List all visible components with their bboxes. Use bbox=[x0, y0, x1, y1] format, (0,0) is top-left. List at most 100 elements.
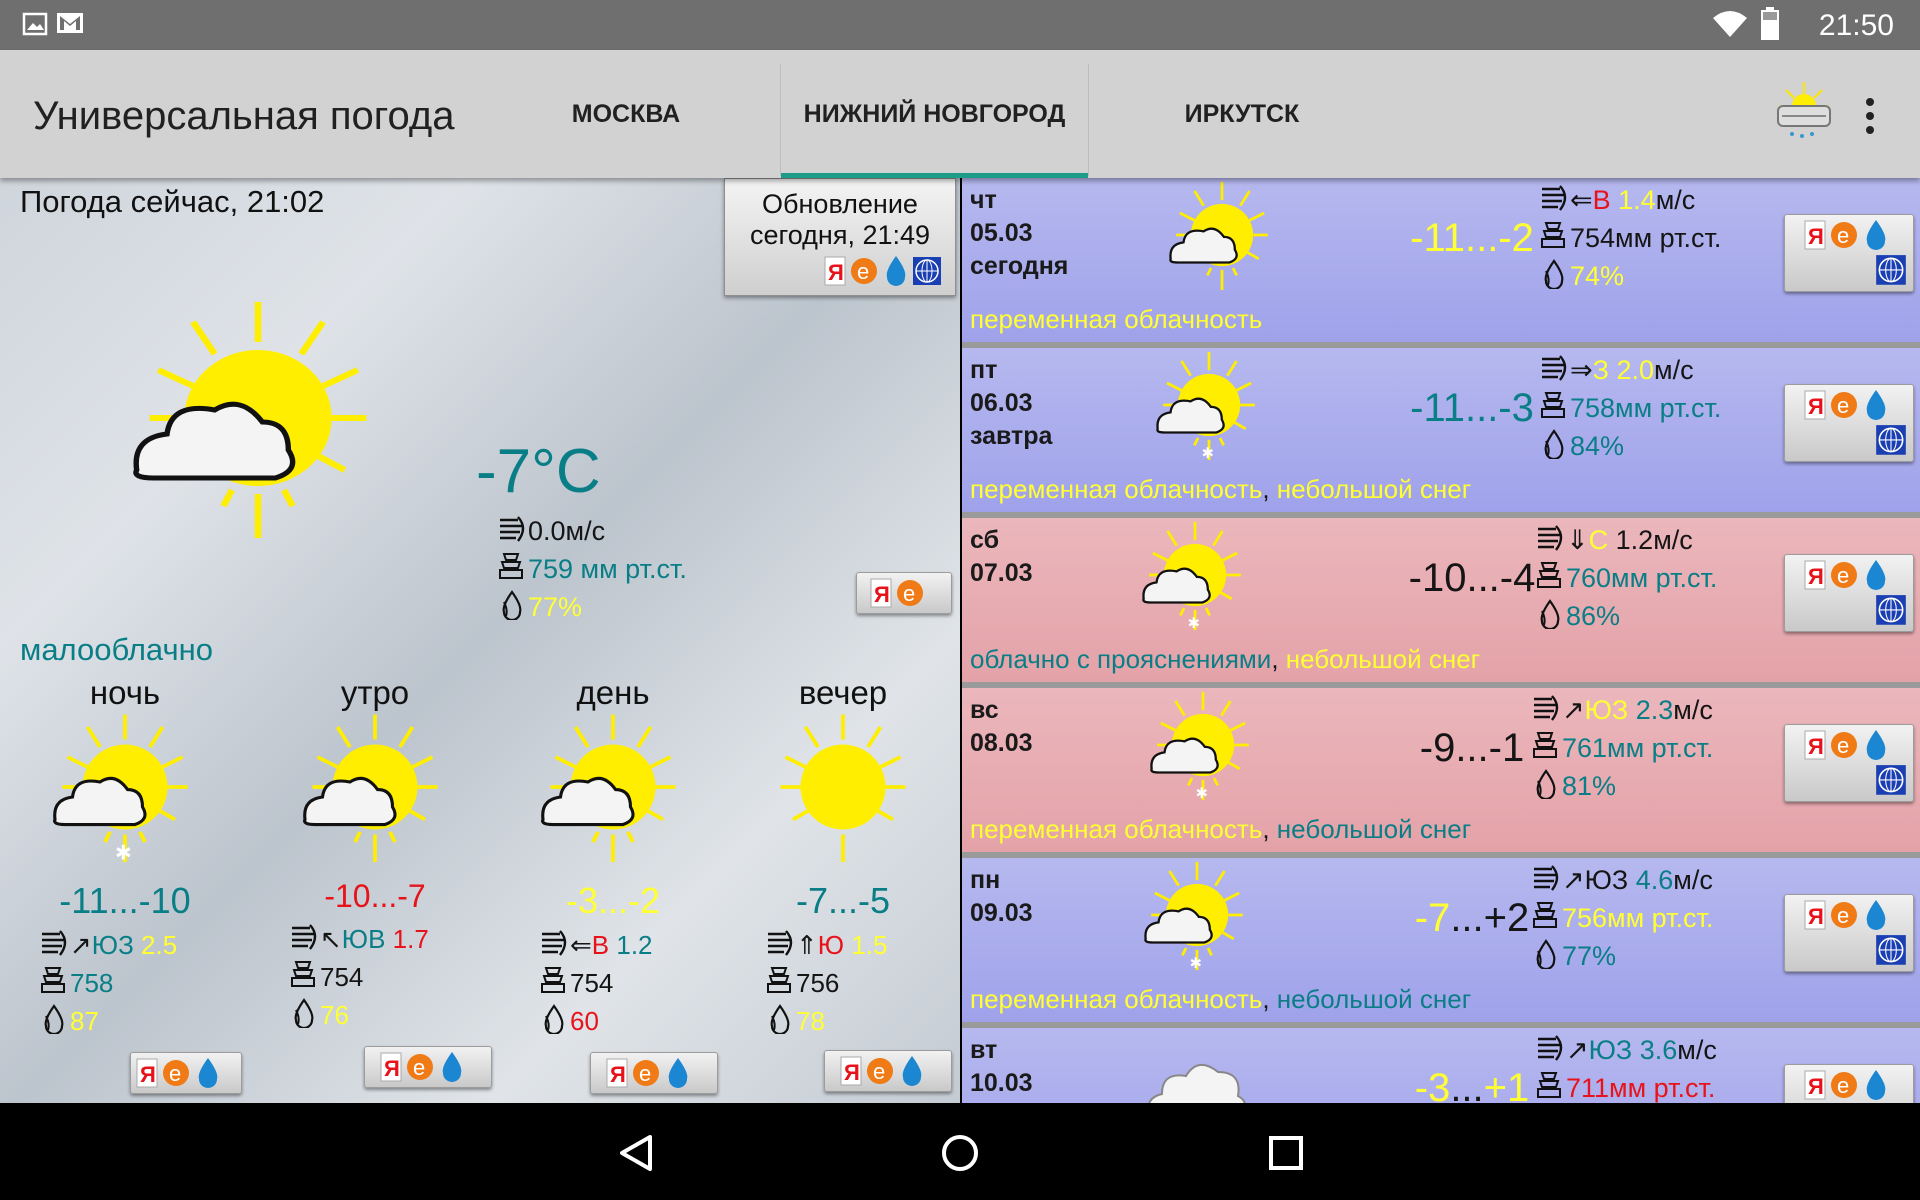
wind-icon bbox=[498, 515, 525, 543]
svg-text:✱: ✱ bbox=[115, 843, 132, 863]
recents-icon[interactable] bbox=[1266, 1133, 1306, 1173]
tab-irkutsk[interactable]: ИРКУТСК bbox=[1116, 50, 1368, 178]
sun-cloud-snow-icon: ✱ bbox=[1143, 860, 1245, 970]
now-details: 0.0м/с 759 мм рт.ст. 77% bbox=[498, 512, 687, 626]
list-item[interactable]: сб 07.03 ✱ -10...-4 ⇓С 1.2м/с 760мм рт.ст… bbox=[962, 518, 1920, 682]
wind-icon bbox=[1536, 524, 1563, 552]
now-title: Погода сейчас, 21:02 bbox=[20, 184, 325, 219]
day-details: ↗ЮЗ 2.3м/с 761мм рт.ст. 81% bbox=[1532, 691, 1713, 805]
pressure-icon bbox=[41, 967, 65, 993]
period-details: ↗ЮЗ 2.5 758 87 bbox=[40, 926, 177, 1040]
day-sources-button[interactable] bbox=[1784, 554, 1914, 632]
day-label: вс 08.03 bbox=[970, 696, 1033, 757]
period-sources-button[interactable] bbox=[364, 1046, 492, 1088]
period-temp: -3...-2 bbox=[565, 880, 661, 921]
day-sources-button[interactable] bbox=[1784, 1064, 1914, 1103]
update-line1: Обновление bbox=[762, 189, 918, 219]
day-description: облачно с прояснениями, небольшой снег bbox=[970, 644, 1481, 674]
tab-nizhny-novgorod[interactable]: НИЖНИЙ НОВГОРОД bbox=[781, 50, 1088, 178]
sun-cloud-snow-icon: ✱ bbox=[1155, 350, 1257, 460]
weather-widget-icon[interactable] bbox=[1772, 80, 1836, 144]
day-sources-button[interactable] bbox=[1784, 724, 1914, 802]
pressure-icon bbox=[1537, 1072, 1561, 1098]
day-details: ⇒З 2.0м/с 758мм рт.ст. 84% bbox=[1540, 351, 1721, 465]
day-sources-button[interactable] bbox=[1784, 384, 1914, 462]
day-details: ↗ЮЗ 3.6м/с 711мм рт.ст. bbox=[1536, 1031, 1717, 1103]
now-pressure: 759 мм рт.ст. bbox=[528, 554, 687, 584]
period-wind-speed: 1.2 bbox=[616, 930, 653, 960]
period-sources-button[interactable] bbox=[824, 1050, 952, 1092]
app-title: Универсальная погода bbox=[33, 94, 455, 138]
day-details: ⇓С 1.2м/с 760мм рт.ст. 86% bbox=[1536, 521, 1717, 635]
day-description: переменная облачность, небольшой снег bbox=[970, 474, 1472, 504]
period-wind-speed: 2.5 bbox=[141, 930, 178, 960]
period-sources-button[interactable] bbox=[130, 1052, 242, 1094]
day-label: чт 05.03 сегодня bbox=[970, 186, 1069, 280]
pressure-icon bbox=[541, 967, 565, 993]
battery-icon bbox=[1761, 7, 1779, 40]
day-sources-button[interactable] bbox=[1784, 894, 1914, 972]
wind-icon bbox=[540, 929, 567, 957]
period-name: утро bbox=[340, 674, 410, 711]
pressure-icon bbox=[1541, 222, 1565, 248]
pressure-icon bbox=[1533, 732, 1557, 758]
pressure-icon bbox=[767, 967, 791, 993]
list-item[interactable]: пн 09.03 ✱ -7...+2 ↗ЮЗ 4.6м/с 756мм рт.ст… bbox=[962, 858, 1920, 1022]
period-sources-button[interactable] bbox=[590, 1052, 718, 1094]
period-name: вечер bbox=[798, 674, 888, 711]
svg-text:✱: ✱ bbox=[1190, 956, 1202, 970]
now-sources-button[interactable] bbox=[856, 572, 952, 614]
image-icon bbox=[22, 12, 48, 36]
period-pressure: 754 bbox=[570, 968, 614, 998]
period-details: ⇑Ю 1.5 756 78 bbox=[766, 926, 887, 1040]
wind-icon bbox=[290, 923, 317, 951]
period-temp: -11...-10 bbox=[59, 880, 191, 921]
pressure-icon bbox=[1533, 902, 1557, 928]
day-label: пн 09.03 bbox=[970, 866, 1033, 927]
day-details: ⇐В 1.4м/с 754мм рт.ст. 74% bbox=[1540, 181, 1721, 295]
more-vert-icon[interactable] bbox=[1860, 96, 1880, 136]
svg-text:✱: ✱ bbox=[1202, 446, 1214, 460]
day-description: переменная облачность, небольшой снег bbox=[970, 984, 1472, 1014]
list-item[interactable]: вт 10.03 -3...+1 ↗ЮЗ 3.6м/с 711мм рт.ст. bbox=[962, 1028, 1920, 1103]
status-time: 21:50 bbox=[1818, 9, 1894, 42]
humidity-icon bbox=[1536, 769, 1556, 799]
period-day: день bbox=[508, 674, 718, 867]
day-label: вт 10.03 bbox=[970, 1036, 1033, 1097]
period-details: ⇐В 1.2 754 60 bbox=[540, 926, 653, 1040]
status-bar: 21:50 bbox=[0, 0, 1920, 50]
period-evening: вечер bbox=[738, 674, 948, 867]
home-icon[interactable] bbox=[940, 1133, 980, 1173]
day-label: сб 07.03 bbox=[970, 526, 1033, 587]
humidity-icon bbox=[770, 1004, 790, 1034]
navigation-bar bbox=[0, 1103, 1920, 1200]
now-humidity: 77% bbox=[528, 592, 583, 622]
day-details: ↗ЮЗ 4.6м/с 756мм рт.ст. 77% bbox=[1532, 861, 1713, 975]
cloud-sun-snow-icon: ✱ bbox=[1141, 520, 1243, 630]
sun-cloud-icon bbox=[540, 712, 678, 864]
tab-divider bbox=[1088, 64, 1089, 176]
list-item[interactable]: вс 08.03 ✱ -9...-1 ↗ЮЗ 2.3м/с 761мм рт.ст… bbox=[962, 688, 1920, 852]
pressure-icon bbox=[499, 553, 523, 579]
update-button[interactable]: Обновление сегодня, 21:49 bbox=[724, 178, 956, 296]
wind-icon bbox=[1540, 354, 1567, 382]
daily-forecast-list[interactable]: чт 05.03 сегодня -11...-2 ⇐В 1.4м/с 754мм … bbox=[962, 178, 1920, 1103]
day-label: пт 06.03 завтра bbox=[970, 356, 1053, 450]
period-night: ночь ✱ bbox=[20, 674, 230, 867]
list-item[interactable]: чт 05.03 сегодня -11...-2 ⇐В 1.4м/с 754мм … bbox=[962, 178, 1920, 342]
now-wind: 0.0м/с bbox=[528, 516, 606, 546]
day-sources-button[interactable] bbox=[1784, 214, 1914, 292]
period-wind-dir: Ю bbox=[817, 930, 845, 960]
back-icon[interactable] bbox=[616, 1133, 656, 1173]
period-wind-dir: В bbox=[591, 930, 610, 960]
tab-moscow[interactable]: МОСКВА bbox=[500, 50, 752, 178]
list-item[interactable]: пт 06.03 завтра ✱ -11...-3 ⇒З 2.0м/с 758мм… bbox=[962, 348, 1920, 512]
wind-icon bbox=[40, 929, 67, 957]
period-wind-speed: 1.5 bbox=[851, 930, 888, 960]
period-temp: -7...-5 bbox=[795, 880, 891, 921]
humidity-icon bbox=[1540, 599, 1560, 629]
wind-icon bbox=[1532, 864, 1559, 892]
period-wind-dir: ЮЗ bbox=[91, 930, 134, 960]
period-humidity: 60 bbox=[570, 1006, 599, 1036]
update-line2: сегодня, 21:49 bbox=[749, 220, 931, 250]
